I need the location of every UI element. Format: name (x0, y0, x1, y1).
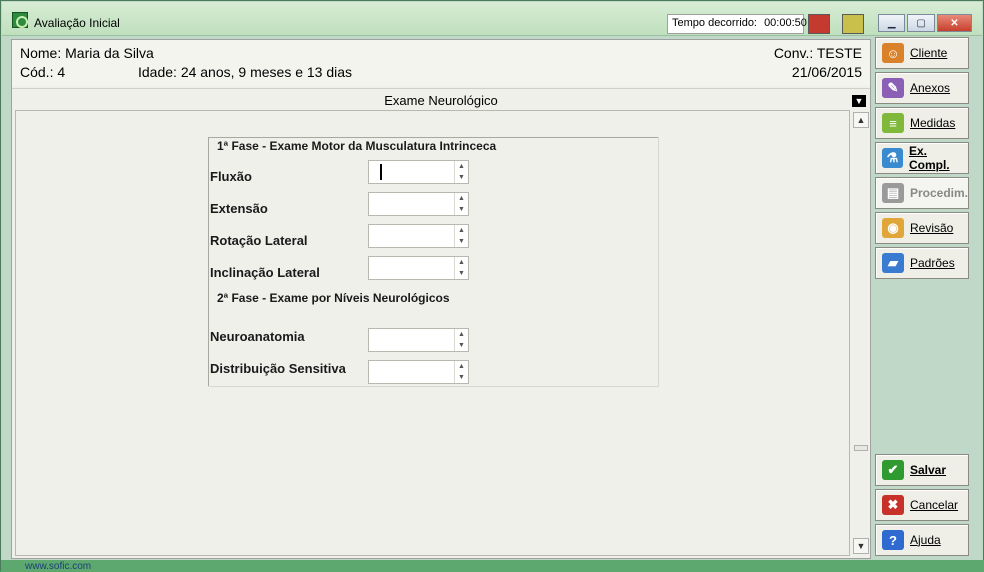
procedure-icon: ▤ (882, 183, 904, 203)
spin-buttons[interactable]: ▲ ▼ (454, 161, 468, 183)
field-label: Neuroanatomia (210, 329, 305, 344)
review-folder-icon: ◉ (882, 218, 904, 238)
cross-icon: ✖ (882, 495, 904, 515)
patient-code: Cód.: 4 (20, 64, 66, 80)
pause-timer-button[interactable] (842, 14, 864, 34)
check-icon: ✔ (882, 460, 904, 480)
timer-label: Tempo decorrido: (672, 17, 757, 29)
chevron-down-icon: ▼ (854, 96, 864, 106)
neuro-exam-form: 1ª Fase - Exame Motor da Musculatura Int… (208, 137, 659, 387)
form-border (658, 137, 659, 387)
app-icon (12, 12, 28, 28)
measure-icon: ≡ (882, 113, 904, 133)
field-label: Inclinação Lateral (210, 265, 320, 280)
field-label: Extensão (210, 201, 268, 216)
patient-age: Idade: 24 anos, 9 meses e 13 dias (138, 64, 353, 80)
minimize-button[interactable]: ▁ (878, 14, 906, 32)
maximize-button[interactable]: ▢ (907, 14, 935, 32)
spin-buttons[interactable]: ▲ ▼ (454, 361, 468, 383)
maximize-icon: ▢ (916, 17, 926, 29)
title-bar: Avaliação Inicial Tempo decorrido: 00:00… (2, 2, 982, 36)
scroll-down-icon[interactable]: ▼ (853, 538, 869, 554)
content-area: Nome: Maria da Silva Cód.: 4 Idade: 24 a… (11, 39, 871, 559)
salvar-button[interactable]: ✔ Salvar (875, 454, 969, 486)
scroll-thumb[interactable] (854, 445, 868, 451)
window-controls: ▁ ▢ ✕ (878, 14, 974, 34)
footer-link[interactable]: www.sofic.com (25, 561, 91, 572)
spin-buttons[interactable]: ▲ ▼ (454, 193, 468, 215)
close-icon: ✕ (950, 17, 959, 29)
timer-value: 00:00:50 (764, 17, 807, 29)
section-dropdown-button[interactable]: ▼ (852, 95, 866, 107)
stop-timer-button[interactable] (808, 14, 830, 34)
field-label: Rotação Lateral (210, 233, 308, 248)
ajuda-button[interactable]: ? Ajuda (875, 524, 969, 556)
fluxao-input[interactable]: ▲ ▼ (368, 160, 469, 184)
vertical-scrollbar[interactable]: ▲ ▼ (852, 110, 870, 556)
fase2-heading: 2ª Fase - Exame por Níveis Neurológicos (217, 291, 450, 305)
cancelar-button[interactable]: ✖ Cancelar (875, 489, 969, 521)
patient-convenio: Conv.: TESTE (773, 45, 862, 61)
spin-buttons[interactable]: ▲ ▼ (454, 225, 468, 247)
minimize-icon: ▁ (887, 17, 896, 29)
medidas-button[interactable]: ≡ Medidas (875, 107, 969, 139)
lab-flask-icon: ⚗ (882, 148, 903, 168)
window-title: Avaliação Inicial (34, 16, 120, 30)
button-label: Ajuda (910, 533, 941, 547)
button-label: Revisão (910, 221, 954, 235)
exames-complementares-button[interactable]: ⚗ Ex. Compl. (875, 142, 969, 174)
attachment-icon: ✎ (882, 78, 904, 98)
spin-buttons[interactable]: ▲ ▼ (454, 329, 468, 351)
anexos-button[interactable]: ✎ Anexos (875, 72, 969, 104)
procedimentos-button[interactable]: ▤ Procedim. (875, 177, 969, 209)
neuroanatomia-input[interactable]: ▲ ▼ (368, 328, 469, 352)
distribuicao-sensitiva-input[interactable]: ▲ ▼ (368, 360, 469, 384)
main-window: Avaliação Inicial Tempo decorrido: 00:00… (0, 0, 984, 572)
book-icon: ▰ (882, 253, 904, 273)
footer: www.sofic.com (1, 560, 984, 572)
section-title: Exame Neurológico (12, 88, 870, 110)
button-label: Anexos (910, 81, 951, 95)
button-label: Salvar (910, 463, 947, 477)
button-label: Cliente (910, 46, 948, 60)
elapsed-timer: Tempo decorrido: 00:00:50 (667, 14, 807, 34)
scroll-up-icon[interactable]: ▲ (853, 112, 869, 128)
extensao-input[interactable]: ▲ ▼ (368, 192, 469, 216)
button-label: Ex. Compl. (908, 144, 950, 172)
rotacao-lateral-input[interactable]: ▲ ▼ (368, 224, 469, 248)
field-label: Distribuição Sensitiva (210, 361, 346, 376)
inclinacao-lateral-input[interactable]: ▲ ▼ (368, 256, 469, 280)
cliente-button[interactable]: ☺ Cliente (875, 37, 969, 69)
button-label: Cancelar (910, 498, 959, 512)
users-icon: ☺ (882, 43, 904, 63)
button-label: Padrões (910, 256, 955, 270)
padroes-button[interactable]: ▰ Padrões (875, 247, 969, 279)
revisao-button[interactable]: ◉ Revisão (875, 212, 969, 244)
exam-date: 21/06/2015 (791, 64, 862, 80)
field-label: Fluxão (210, 169, 252, 184)
help-icon: ? (882, 530, 904, 550)
button-label: Procedim. (909, 186, 968, 200)
text-caret (380, 164, 382, 180)
patient-name: Nome: Maria da Silva (20, 45, 154, 61)
patient-header: Nome: Maria da Silva Cód.: 4 Idade: 24 a… (12, 40, 870, 86)
form-border (208, 386, 659, 387)
fase1-heading: 1ª Fase - Exame Motor da Musculatura Int… (217, 139, 497, 153)
close-button[interactable]: ✕ (936, 14, 972, 32)
spin-buttons[interactable]: ▲ ▼ (454, 257, 468, 279)
button-label: Medidas (910, 116, 956, 130)
